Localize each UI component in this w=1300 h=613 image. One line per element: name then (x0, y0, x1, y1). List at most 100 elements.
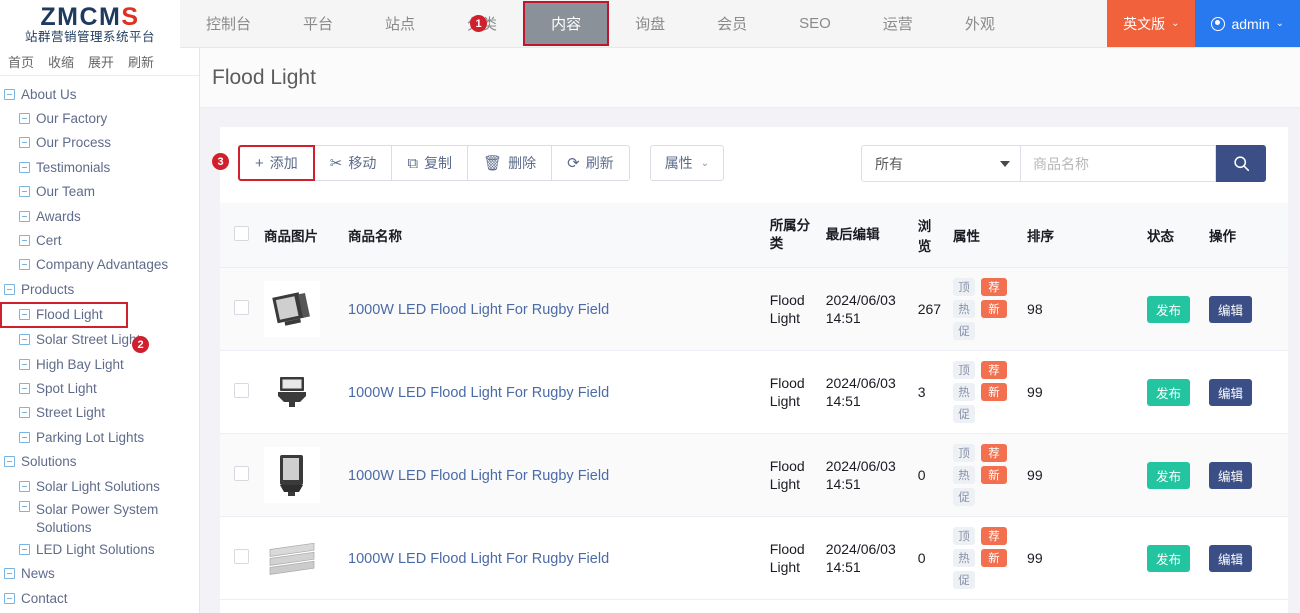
sidebar-item-solar-light-solutions[interactable]: Solar Light Solutions (0, 474, 199, 498)
edit-button[interactable]: 编辑 (1209, 378, 1253, 406)
sidebar-item-contact[interactable]: Contact (0, 586, 199, 610)
sidebar-item-solar-street-light[interactable]: Solar Street Light (0, 328, 199, 352)
nav-item-2[interactable]: 站点 (359, 0, 441, 47)
attribute-badge[interactable]: 新 (981, 300, 1008, 318)
minus-square-icon[interactable] (19, 431, 30, 443)
sidebar-item-our-factory[interactable]: Our Factory (0, 106, 199, 130)
attribute-badge[interactable]: 新 (981, 383, 1008, 401)
product-name-link[interactable]: 1000W LED Flood Light For Rugby Field (348, 385, 609, 401)
minus-square-icon[interactable] (19, 137, 30, 149)
nav-item-4[interactable]: 内容 (523, 1, 610, 46)
attribute-badge[interactable]: 顶 (953, 278, 976, 296)
nav-item-7[interactable]: SEO (773, 0, 857, 47)
minus-square-icon[interactable] (4, 456, 15, 468)
sidebar-item-awards[interactable]: Awards (0, 204, 199, 228)
floodlight-tall-icon[interactable] (264, 447, 320, 503)
sidebar-item-testimonials[interactable]: Testimonials (0, 155, 199, 179)
sidebar-tool-0[interactable]: 首页 (8, 52, 34, 71)
minus-square-icon[interactable] (19, 161, 30, 173)
attribute-badge[interactable]: 顶 (953, 527, 976, 545)
search-button[interactable] (1216, 145, 1266, 182)
minus-square-icon[interactable] (19, 235, 30, 247)
minus-square-icon[interactable] (19, 407, 30, 419)
sidebar-item-solutions[interactable]: Solutions (0, 449, 199, 473)
sidebar-item-cert[interactable]: Cert (0, 228, 199, 252)
row-checkbox[interactable] (234, 300, 249, 315)
floodlight-square-icon[interactable] (264, 281, 320, 337)
filter-select[interactable]: 所有 (861, 145, 1021, 182)
nav-item-6[interactable]: 会员 (691, 0, 773, 47)
attribute-badge[interactable]: 促 (953, 322, 976, 340)
attribute-badge[interactable]: 顶 (953, 444, 976, 462)
nav-item-5[interactable]: 询盘 (609, 0, 691, 47)
attribute-badge[interactable]: 荐 (981, 444, 1008, 462)
sidebar-item-solar-power-system-solutions[interactable]: Solar Power System Solutions (0, 498, 199, 537)
status-badge[interactable]: 发布 (1147, 461, 1191, 489)
sidebar-item-products[interactable]: Products (0, 277, 199, 301)
sidebar-tool-3[interactable]: 刷新 (128, 52, 154, 71)
status-badge[interactable]: 发布 (1147, 544, 1191, 572)
nav-item-9[interactable]: 外观 (939, 0, 1021, 47)
sidebar-item-our-team[interactable]: Our Team (0, 180, 199, 204)
minus-square-icon[interactable] (19, 543, 30, 555)
floodlight-panel-icon[interactable] (264, 530, 320, 586)
status-badge[interactable]: 发布 (1147, 295, 1191, 323)
attribute-badge[interactable]: 荐 (981, 527, 1008, 545)
edit-button[interactable]: 编辑 (1209, 295, 1253, 323)
attribute-badge[interactable]: 热 (953, 383, 976, 401)
nav-item-1[interactable]: 平台 (277, 0, 359, 47)
minus-square-icon[interactable] (19, 210, 30, 222)
sidebar-item-led-light-solutions[interactable]: LED Light Solutions (0, 537, 199, 561)
minus-square-icon[interactable] (4, 568, 15, 580)
minus-square-icon[interactable] (19, 259, 30, 271)
toolbar-button-删除[interactable]: 🗑 删除 (467, 145, 553, 181)
toolbar-button-复制[interactable]: ⧉ 复制 (391, 145, 469, 181)
select-all-checkbox[interactable] (234, 226, 249, 241)
minus-square-icon[interactable] (4, 592, 15, 604)
row-checkbox[interactable] (234, 466, 249, 481)
minus-square-icon[interactable] (19, 358, 30, 370)
attribute-badge[interactable]: 促 (953, 488, 976, 506)
sidebar-item-high-bay-light[interactable]: High Bay Light (0, 352, 199, 376)
sidebar-item-about-us[interactable]: About Us (0, 82, 199, 106)
attribute-badge[interactable]: 顶 (953, 361, 976, 379)
attribute-badge[interactable]: 促 (953, 571, 976, 589)
minus-square-icon[interactable] (4, 283, 15, 295)
attribute-badge[interactable]: 新 (981, 466, 1008, 484)
edit-button[interactable]: 编辑 (1209, 461, 1253, 489)
attribute-badge[interactable]: 热 (953, 300, 976, 318)
attribute-dropdown-button[interactable]: 属性 ⌄ (649, 145, 725, 181)
app-logo[interactable]: ZMCMS 站群营销管理系统平台 (0, 0, 180, 48)
floodlight-bracket-icon[interactable] (264, 364, 320, 420)
attribute-badge[interactable]: 荐 (981, 361, 1008, 379)
admin-menu-button[interactable]: admin ⌄ (1195, 0, 1300, 47)
sidebar-item-our-process[interactable]: Our Process (0, 131, 199, 155)
minus-square-icon[interactable] (19, 480, 30, 492)
minus-square-icon[interactable] (19, 334, 30, 346)
sidebar-tool-2[interactable]: 展开 (88, 52, 114, 71)
attribute-badge[interactable]: 热 (953, 549, 976, 567)
row-checkbox[interactable] (234, 383, 249, 398)
product-name-link[interactable]: 1000W LED Flood Light For Rugby Field (348, 468, 609, 484)
minus-square-icon[interactable] (19, 113, 30, 125)
sidebar-item-company-advantages[interactable]: Company Advantages (0, 253, 199, 277)
sidebar-tool-1[interactable]: 收缩 (48, 52, 74, 71)
toolbar-button-添加[interactable]: + 添加 (238, 145, 315, 181)
product-name-link[interactable]: 1000W LED Flood Light For Rugby Field (348, 551, 609, 567)
sidebar-item-street-light[interactable]: Street Light (0, 401, 199, 425)
attribute-badge[interactable]: 荐 (981, 278, 1008, 296)
attribute-badge[interactable]: 促 (953, 405, 976, 423)
sidebar-item-flood-light[interactable]: Flood Light (0, 301, 128, 328)
minus-square-icon[interactable] (19, 309, 30, 321)
sidebar-item-news[interactable]: News (0, 562, 199, 586)
status-badge[interactable]: 发布 (1147, 378, 1191, 406)
row-checkbox[interactable] (234, 549, 249, 564)
nav-item-8[interactable]: 运营 (857, 0, 939, 47)
product-name-link[interactable]: 1000W LED Flood Light For Rugby Field (348, 302, 609, 318)
language-switch-button[interactable]: 英文版 ⌄ (1107, 0, 1196, 47)
minus-square-icon[interactable] (4, 88, 15, 100)
sidebar-item-parking-lot-lights[interactable]: Parking Lot Lights (0, 425, 199, 449)
nav-item-0[interactable]: 控制台 (180, 0, 277, 47)
minus-square-icon[interactable] (19, 501, 30, 513)
search-input[interactable] (1021, 145, 1216, 182)
